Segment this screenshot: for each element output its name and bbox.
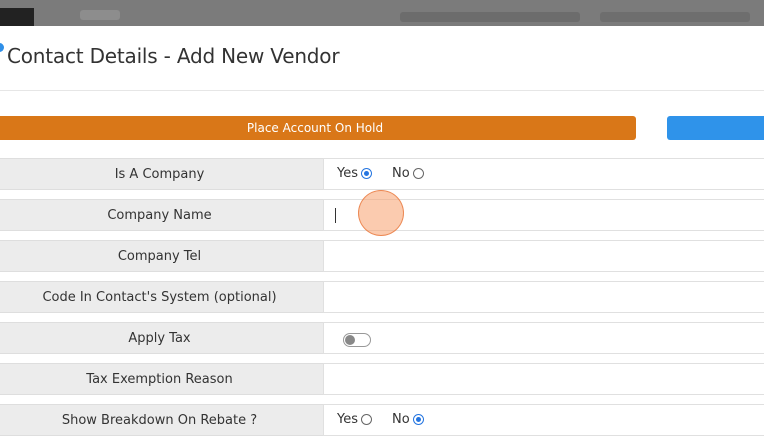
click-indicator (358, 190, 404, 236)
form-row-apply-tax: Apply Tax (0, 322, 764, 354)
form-row-company-tel: Company Tel (0, 240, 764, 272)
apply-tax-field (323, 322, 764, 354)
is-company-yes-option[interactable]: Yes (337, 166, 372, 181)
is-company-yes-radio[interactable] (361, 168, 372, 179)
background-toolbar (0, 0, 764, 26)
apply-tax-toggle[interactable] (343, 333, 371, 347)
tax-exemption-label: Tax Exemption Reason (0, 363, 324, 395)
background-item (400, 12, 580, 22)
toggle-knob (345, 335, 355, 345)
show-breakdown-label: Show Breakdown On Rebate ? (0, 404, 324, 436)
show-breakdown-yes-label: Yes (337, 412, 358, 427)
background-item (80, 10, 120, 20)
company-name-label: Company Name (0, 199, 324, 231)
company-tel-input[interactable] (323, 240, 764, 272)
form-row-tax-exemption: Tax Exemption Reason (0, 363, 764, 395)
background-item (600, 12, 750, 22)
show-breakdown-no-radio[interactable] (412, 414, 424, 425)
title-indicator-icon (0, 43, 4, 52)
is-company-no-option[interactable]: No (392, 166, 424, 181)
form-row-show-breakdown: Show Breakdown On Rebate ? Yes No (0, 404, 764, 436)
is-company-no-label: No (392, 166, 410, 181)
show-breakdown-no-label: No (392, 412, 410, 427)
contact-code-label: Code In Contact's System (optional) (0, 281, 324, 313)
show-breakdown-no-option[interactable]: No (392, 412, 424, 427)
is-company-field: Yes No (323, 158, 764, 190)
is-company-yes-label: Yes (337, 166, 358, 181)
primary-action-button[interactable] (667, 116, 764, 140)
is-company-no-radio[interactable] (412, 168, 424, 179)
form-row-contact-code: Code In Contact's System (optional) (0, 281, 764, 313)
form-row-is-company: Is A Company Yes No (0, 158, 764, 190)
apply-tax-label: Apply Tax (0, 322, 324, 354)
divider (0, 90, 764, 91)
show-breakdown-yes-radio[interactable] (361, 414, 372, 425)
tax-exemption-input[interactable] (323, 363, 764, 395)
background-logo (0, 8, 34, 26)
show-breakdown-yes-option[interactable]: Yes (337, 412, 372, 427)
dialog-title: Contact Details - Add New Vendor (7, 44, 340, 68)
company-tel-label: Company Tel (0, 240, 324, 272)
text-caret (335, 208, 336, 223)
contact-code-input[interactable] (323, 281, 764, 313)
is-company-label: Is A Company (0, 158, 324, 190)
place-on-hold-button[interactable]: Place Account On Hold (0, 116, 636, 140)
show-breakdown-field: Yes No (323, 404, 764, 436)
